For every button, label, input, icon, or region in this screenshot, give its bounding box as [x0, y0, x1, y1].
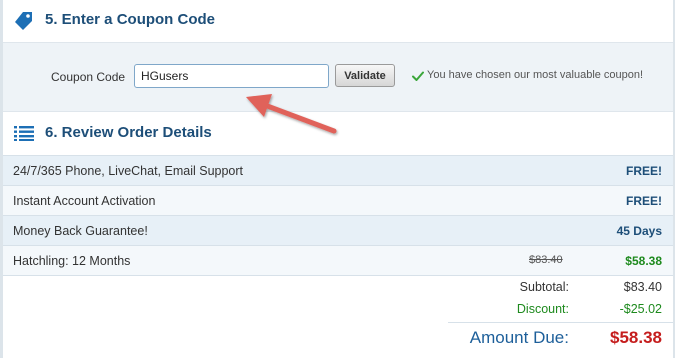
- coupon-section-title: 5. Enter a Coupon Code: [45, 11, 216, 28]
- row-label: 24/7/365 Phone, LiveChat, Email Support: [13, 164, 244, 178]
- totals-divider: [448, 322, 673, 323]
- discount-value: -$25.02: [619, 302, 662, 316]
- amount-due-value: $58.38: [610, 328, 662, 347]
- row-label: Hatchling: 12 Months: [13, 254, 131, 268]
- order-row-plan: Hatchling: 12 Months $83.40 $58.38: [3, 245, 673, 276]
- coupon-form: Coupon Code Validate You have chosen our…: [3, 43, 673, 112]
- subtotal-label: Subtotal:: [519, 280, 569, 294]
- row-value: 45 Days: [616, 224, 662, 238]
- checkmark-icon: [412, 71, 424, 81]
- order-row-guarantee: Money Back Guarantee! 45 Days: [3, 215, 673, 245]
- coupon-code-input[interactable]: [134, 64, 329, 88]
- discount-label: Discount:: [516, 302, 569, 316]
- discounted-price: $58.38: [625, 254, 662, 268]
- order-row-activation: Instant Account Activation FREE!: [3, 185, 673, 215]
- subtotal-value: $83.40: [623, 280, 662, 294]
- order-details-table: 24/7/365 Phone, LiveChat, Email Support …: [3, 155, 673, 276]
- coupon-status-message: You have chosen our most valuable coupon…: [427, 69, 644, 81]
- row-label: Money Back Guarantee!: [13, 224, 148, 238]
- order-section-title: 6. Review Order Details: [45, 124, 212, 141]
- amount-due-label: Amount Due:: [469, 328, 569, 347]
- coupon-code-label: Coupon Code: [51, 70, 126, 84]
- original-price: $83.40: [529, 254, 563, 266]
- row-value: FREE!: [626, 164, 662, 178]
- order-row-support: 24/7/365 Phone, LiveChat, Email Support …: [3, 155, 673, 185]
- tag-icon: [15, 12, 32, 30]
- row-value: FREE!: [626, 194, 662, 208]
- order-section-header: 6. Review Order Details: [3, 112, 673, 155]
- list-icon: [14, 126, 34, 141]
- order-totals: Subtotal: $83.40 Discount: -$25.02 Amoun…: [3, 277, 673, 358]
- validate-button[interactable]: Validate: [335, 64, 395, 87]
- row-label: Instant Account Activation: [13, 194, 156, 208]
- coupon-section-header: 5. Enter a Coupon Code: [3, 0, 673, 43]
